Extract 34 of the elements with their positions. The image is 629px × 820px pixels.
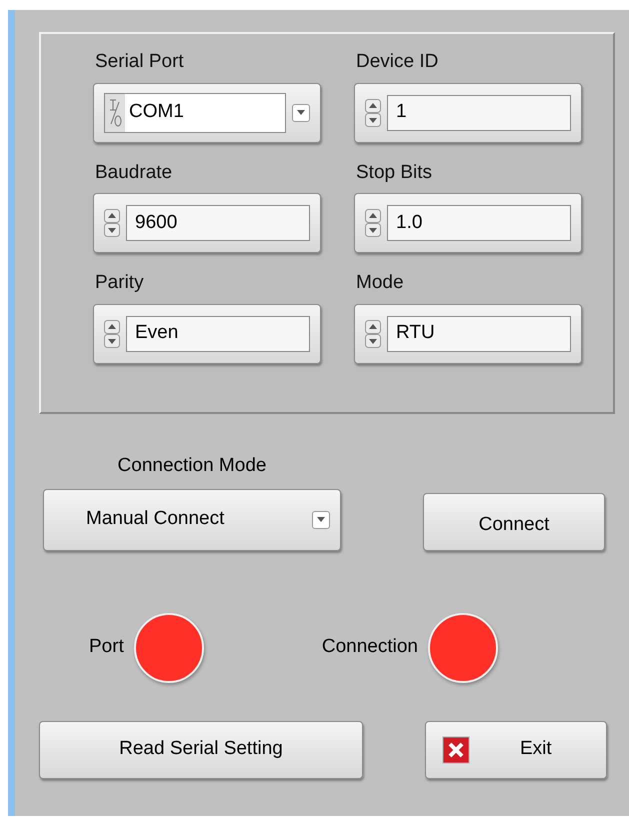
- exit-button[interactable]: Exit: [425, 720, 607, 778]
- field-value: 9600: [134, 210, 178, 235]
- io-icon: [105, 94, 125, 132]
- field-label: Serial Port: [94, 50, 185, 74]
- field-value: 1.0: [395, 210, 422, 235]
- field-label: Baudrate: [94, 160, 174, 184]
- numeric-field[interactable]: RTU: [354, 304, 582, 364]
- caret-icon[interactable]: [312, 510, 330, 528]
- field-label: Mode: [355, 271, 405, 295]
- numeric-field[interactable]: Even: [93, 304, 321, 364]
- spinner-icon[interactable]: [365, 98, 381, 126]
- spinner-icon[interactable]: [104, 320, 120, 348]
- spinner-icon[interactable]: [365, 320, 381, 348]
- numeric-field[interactable]: 9600: [93, 193, 321, 253]
- field-label: Device ID: [355, 50, 440, 74]
- field-label: Parity: [94, 271, 145, 295]
- connect-button[interactable]: Connect: [423, 492, 605, 550]
- spinner-icon[interactable]: [365, 209, 381, 237]
- numeric-field[interactable]: 1: [354, 82, 582, 142]
- connection-mode-dropdown[interactable]: Manual Connect: [43, 488, 341, 550]
- field-value: COM1: [128, 100, 184, 124]
- spinner-icon[interactable]: [104, 209, 120, 237]
- caret-icon[interactable]: [292, 104, 310, 122]
- field-value: 1: [395, 100, 407, 124]
- dropdown-field[interactable]: COM1: [93, 82, 321, 142]
- indicator-label: Port: [89, 635, 124, 660]
- indicator-label: Connection: [322, 635, 418, 660]
- field-value: Even: [134, 321, 178, 346]
- close-icon: [442, 736, 470, 764]
- numeric-field[interactable]: 1.0: [354, 193, 582, 253]
- field-label: Stop Bits: [355, 160, 434, 184]
- read-serial-setting-button[interactable]: Read Serial Setting: [39, 720, 363, 778]
- connection-mode-label: Connection Mode: [118, 454, 266, 478]
- field-value: RTU: [395, 321, 435, 346]
